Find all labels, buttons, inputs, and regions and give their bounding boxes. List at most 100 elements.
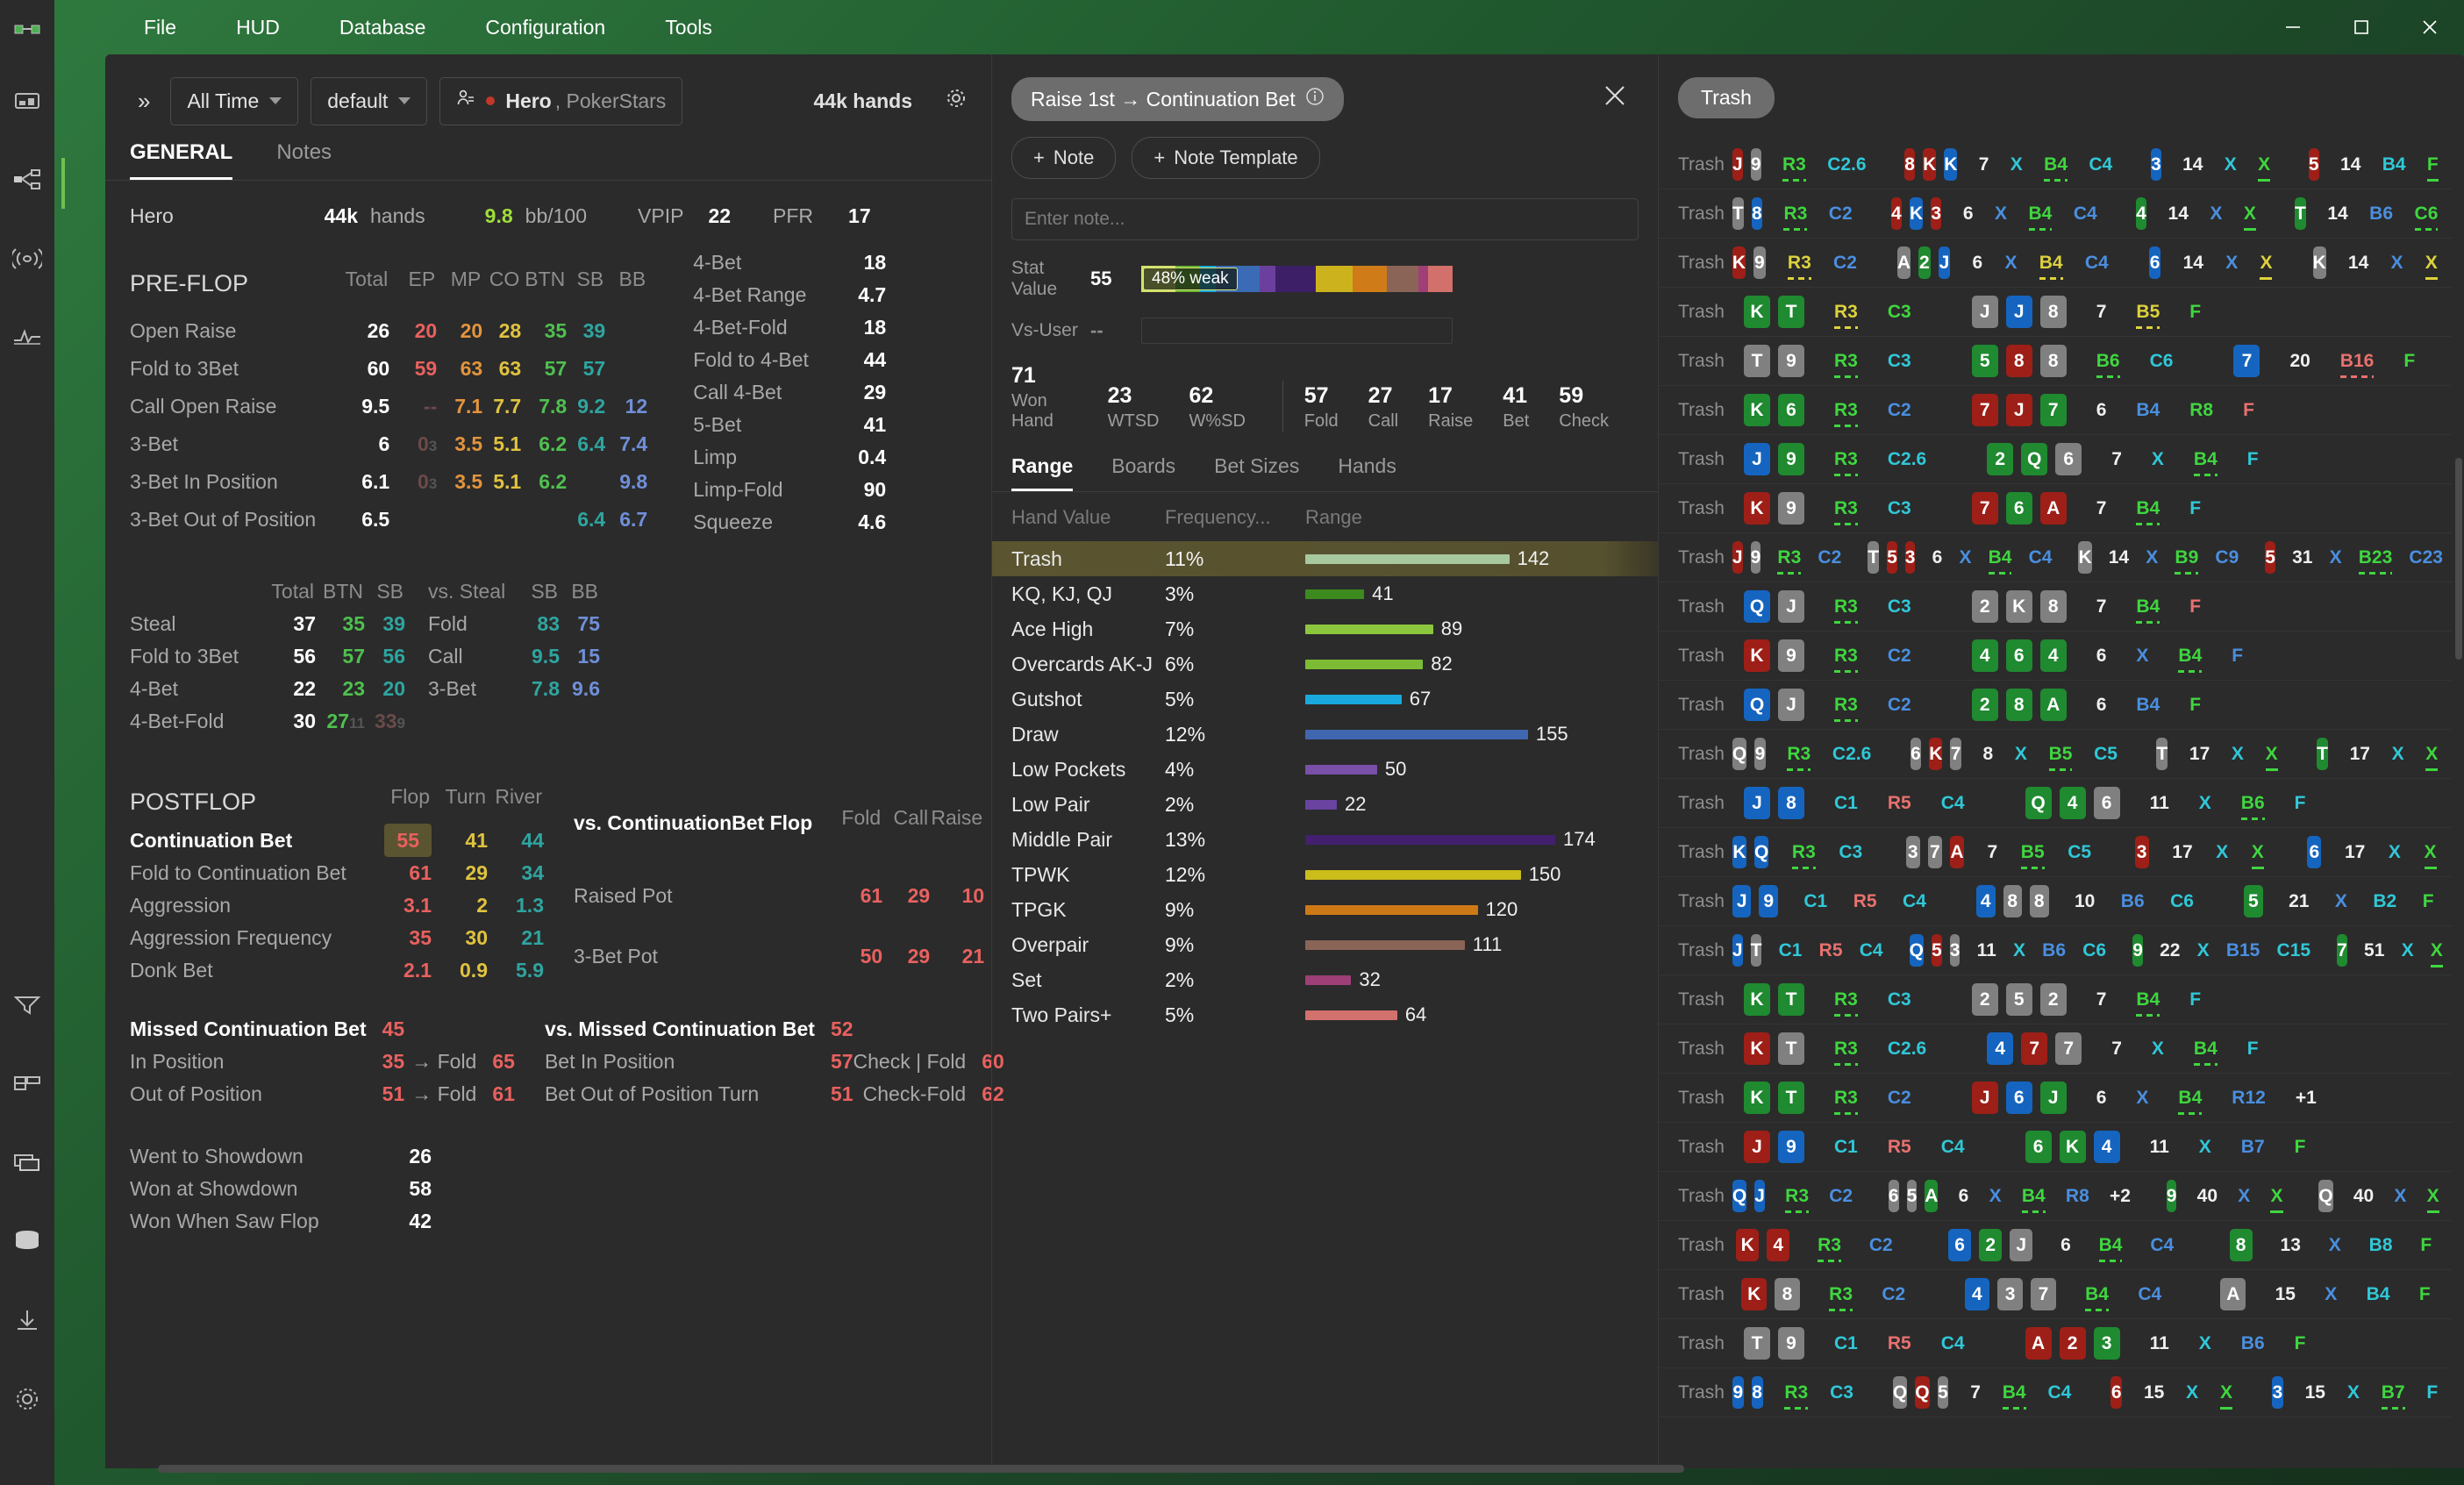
menu-tools[interactable]: Tools bbox=[635, 9, 742, 46]
time-filter-dropdown[interactable]: All Time bbox=[170, 76, 299, 125]
tab-bet-sizes[interactable]: Bet Sizes bbox=[1214, 454, 1299, 491]
range-count: 155 bbox=[1535, 723, 1568, 745]
horizontal-scroll-thumb[interactable] bbox=[158, 1465, 1684, 1473]
action-marker: C3 bbox=[1830, 1381, 1853, 1403]
stat-title-pill[interactable]: Raise 1st → Continuation Bet bbox=[1011, 77, 1344, 121]
hand-history-row[interactable]: Trash K T R3 C2.6 4 7 7 7 X B4 F bbox=[1659, 1025, 2452, 1074]
range-bar bbox=[1305, 589, 1365, 599]
hand-history-row[interactable]: Trash T 9 C1 R5 C4 A 2 3 11 X B6 F bbox=[1659, 1319, 2452, 1368]
range-row[interactable]: Middle Pair 13% 174 bbox=[992, 822, 1658, 857]
expand-icon[interactable]: » bbox=[127, 84, 158, 118]
action-marker: C6 bbox=[2414, 203, 2439, 231]
copy-stack-icon[interactable] bbox=[0, 1123, 54, 1202]
hand-history-row[interactable]: Trash K 9 R3 C3 7 6 A 7 B4 F bbox=[1659, 484, 2452, 533]
link-icon[interactable] bbox=[0, 0, 54, 61]
hand-history-row[interactable]: Trash Q J R3 C2 2 8 A 6 B4 F bbox=[1659, 681, 2452, 730]
hand-history-row[interactable]: Trash K T R3 C3 2 5 2 7 B4 F bbox=[1659, 975, 2452, 1025]
player-selector[interactable]: Hero , PokerStars bbox=[439, 76, 683, 125]
range-row[interactable]: Ace High 7% 89 bbox=[992, 611, 1658, 646]
hand-history-row[interactable]: Trash K T R3 C3 J J 8 7 B5 F bbox=[1659, 288, 2452, 337]
info-icon[interactable] bbox=[1305, 87, 1325, 111]
filter-icon[interactable] bbox=[0, 965, 54, 1044]
range-row[interactable]: KQ, KJ, QJ 3% 41 bbox=[992, 576, 1658, 611]
vertical-scrollbar[interactable] bbox=[2455, 142, 2462, 1431]
action-marker: C2.6 bbox=[1887, 1038, 1927, 1059]
add-note-button[interactable]: + Note bbox=[1011, 137, 1117, 179]
tab-boards[interactable]: Boards bbox=[1111, 454, 1175, 491]
hand-history-row[interactable]: Trash K 9 R3 C2 A 2 J 6 X B4 C4 6 14 X X K 14 X X bbox=[1659, 239, 2452, 288]
hand-history-row[interactable]: Trash J 9 C1 R5 C4 6 K 4 11 X B7 F bbox=[1659, 1123, 2452, 1172]
cell-turn: 41 bbox=[465, 829, 488, 852]
table-row: Raised Pot 61 29 10 bbox=[574, 866, 984, 926]
close-button[interactable] bbox=[2396, 0, 2464, 54]
range-row[interactable]: Draw 12% 155 bbox=[992, 717, 1658, 752]
vertical-scroll-thumb[interactable] bbox=[2455, 458, 2462, 660]
hand-history-row[interactable]: Trash Q J R3 C3 2 K 8 7 B4 F bbox=[1659, 582, 2452, 632]
minimize-button[interactable] bbox=[2259, 0, 2327, 54]
menu-hud[interactable]: HUD bbox=[206, 9, 310, 46]
range-row[interactable]: Overpair 9% 111 bbox=[992, 927, 1658, 962]
action-marker: B4 bbox=[2002, 1381, 2026, 1410]
hand-history-row[interactable]: Trash J T C1 R5 C4 Q 5 3 11 X B6 C6 9 22 X B15 C15 7 51 X X bbox=[1659, 926, 2452, 975]
col-hand-value[interactable]: Hand Value bbox=[1011, 506, 1165, 529]
close-detail-button[interactable] bbox=[1591, 77, 1639, 119]
hand-history-row[interactable]: Trash Q 9 R3 C2.6 6 K 7 8 X B5 C5 T 17 X X T 17 X X bbox=[1659, 730, 2452, 779]
hand-history-row[interactable]: Trash K 6 R3 C2 7 J 7 6 B4 R8 F bbox=[1659, 386, 2452, 435]
pot-size: 20 bbox=[2289, 350, 2310, 371]
hand-history-row[interactable]: Trash K 9 R3 C2 4 6 4 6 X B4 F bbox=[1659, 632, 2452, 681]
cell-btn-value: 27 bbox=[326, 710, 350, 732]
menu-file[interactable]: File bbox=[114, 9, 206, 46]
hand-history-row[interactable]: Trash J 9 R3 C2.6 8 K K 7 X B4 C4 3 14 X X 5 14 B4 F bbox=[1659, 140, 2452, 189]
share-nodes-icon[interactable] bbox=[0, 140, 54, 219]
profile-dropdown[interactable]: default bbox=[311, 76, 428, 125]
range-row[interactable]: Overcards AK-J 6% 82 bbox=[992, 646, 1658, 682]
spark-icon[interactable] bbox=[0, 298, 54, 377]
hand-history-row[interactable]: Trash J 9 R3 C2.6 2 Q 6 7 X B4 F bbox=[1659, 435, 2452, 484]
hand-history-row[interactable]: Trash K 4 R3 C2 6 2 J 6 B4 C4 8 13 X B8 F bbox=[1659, 1221, 2452, 1270]
hand-history-row[interactable]: Trash T 9 R3 C3 5 8 8 B6 C6 7 20 B16 F bbox=[1659, 337, 2452, 386]
database-icon[interactable] bbox=[0, 1202, 54, 1281]
hand-category: Trash bbox=[1678, 203, 1725, 224]
range-row[interactable]: Trash 11% 142 bbox=[992, 541, 1658, 576]
add-note-template-button[interactable]: + Note Template bbox=[1132, 137, 1320, 179]
note-input[interactable]: Enter note... bbox=[1011, 198, 1639, 240]
action-marker: C4 bbox=[1940, 1136, 1965, 1157]
range-row[interactable]: Low Pair 2% 22 bbox=[992, 787, 1658, 822]
range-row[interactable]: Low Pockets 4% 50 bbox=[992, 752, 1658, 787]
menu-configuration[interactable]: Configuration bbox=[455, 9, 635, 46]
gear-icon[interactable] bbox=[944, 86, 968, 116]
hand-history-row[interactable]: Trash K T R3 C2 J 6 J 6 X B4 R12 +1 bbox=[1659, 1074, 2452, 1123]
gear-icon[interactable] bbox=[0, 1360, 54, 1439]
hand-history-row[interactable]: Trash J 9 R3 C2 T 5 3 6 X B4 C4 K 14 X B9 C9 5 31 X B23 C23 bbox=[1659, 533, 2452, 582]
range-row[interactable]: TPWK 12% 150 bbox=[992, 857, 1658, 892]
playing-card: 2 bbox=[1971, 689, 1998, 721]
table-layout-icon[interactable] bbox=[0, 1044, 54, 1123]
menu-database[interactable]: Database bbox=[310, 9, 455, 46]
hand-history-row[interactable]: Trash 9 8 R3 C3 Q Q 5 7 B4 C4 6 15 X X 3 15 X B7 F bbox=[1659, 1368, 2452, 1417]
range-row[interactable]: Gutshot 5% 67 bbox=[992, 682, 1658, 717]
hand-history-row[interactable]: Trash K 8 R3 C2 4 3 7 B4 C4 A 15 X B4 F bbox=[1659, 1270, 2452, 1319]
range-row[interactable]: Two Pairs+ 5% 64 bbox=[992, 997, 1658, 1032]
tab-range[interactable]: Range bbox=[1011, 454, 1074, 491]
range-row[interactable]: TPGK 9% 120 bbox=[992, 892, 1658, 927]
cell-bb: 9.8 bbox=[619, 470, 648, 494]
hand-history-row[interactable]: Trash T 8 R3 C2 4 K 3 6 X B4 C4 4 14 X X T 14 B6 C6 bbox=[1659, 189, 2452, 239]
tab-general[interactable]: GENERAL bbox=[130, 140, 233, 180]
tab-hands[interactable]: Hands bbox=[1338, 454, 1396, 491]
hand-history-row[interactable]: Trash K Q R3 C3 3 7 A 7 B5 C5 3 17 X X 6 17 X X bbox=[1659, 828, 2452, 877]
pot-size: 7 bbox=[2096, 596, 2107, 617]
maximize-button[interactable] bbox=[2327, 0, 2396, 54]
col-frequency[interactable]: Frequency... bbox=[1165, 506, 1305, 529]
hand-group-title[interactable]: Trash bbox=[1678, 77, 1775, 118]
hand-history-row[interactable]: Trash J 8 C1 R5 C4 Q 4 6 11 X B6 F bbox=[1659, 779, 2452, 828]
layout-icon[interactable] bbox=[0, 61, 54, 140]
range-row[interactable]: Set 2% 32 bbox=[992, 962, 1658, 997]
broadcast-icon[interactable] bbox=[0, 219, 54, 298]
pot-size: 7 bbox=[2096, 301, 2107, 322]
hand-history-row[interactable]: Trash J 9 C1 R5 C4 4 8 8 10 B6 C6 5 21 X B2 F bbox=[1659, 877, 2452, 926]
col-range[interactable]: Range bbox=[1305, 506, 1362, 529]
playing-card: 5 bbox=[1937, 1376, 1949, 1409]
tab-notes[interactable]: Notes bbox=[276, 140, 332, 180]
download-icon[interactable] bbox=[0, 1281, 54, 1360]
hand-history-row[interactable]: Trash Q J R3 C2 6 5 A 6 X B4 R8 +2 9 40 X X Q 40 X X bbox=[1659, 1172, 2452, 1221]
